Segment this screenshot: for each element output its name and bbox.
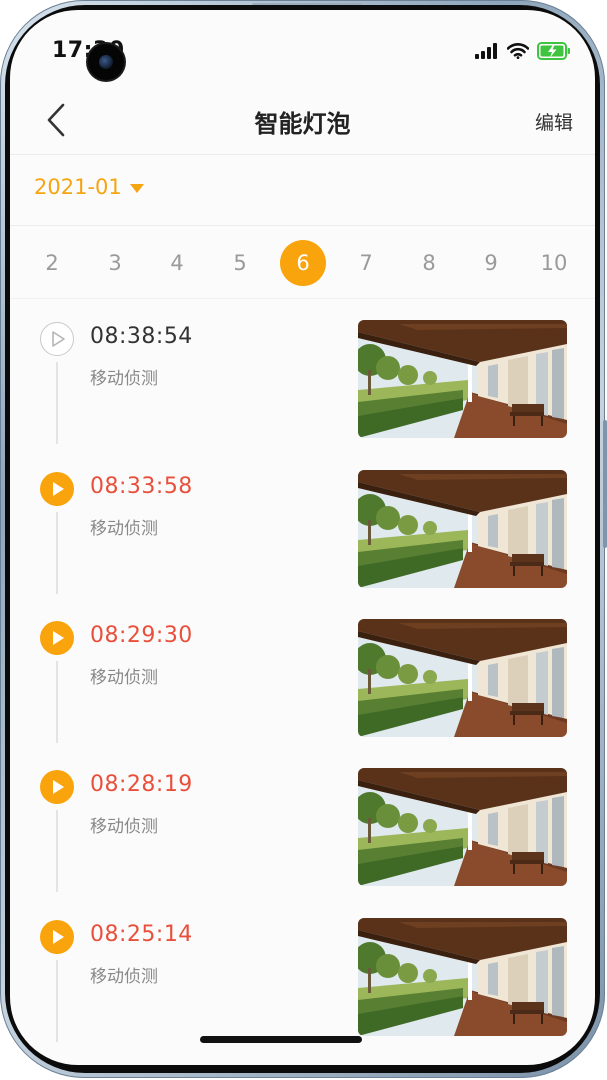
- app-screen: 17:30 智能灯泡 编辑 2021-01 2 3 4 5 6 7 8 9 10…: [10, 10, 595, 1065]
- event-type: 移动侦测: [90, 519, 158, 539]
- play-icon[interactable]: [40, 322, 74, 356]
- play-icon[interactable]: [40, 920, 74, 954]
- event-thumbnail[interactable]: [358, 619, 567, 737]
- event-row[interactable]: 08:33:58 移动侦测: [10, 462, 595, 612]
- play-icon[interactable]: [40, 472, 74, 506]
- edit-button[interactable]: 编辑: [535, 108, 573, 135]
- event-thumbnail[interactable]: [358, 470, 567, 588]
- status-icons: [475, 40, 571, 62]
- status-bar: 17:30: [10, 10, 595, 80]
- battery-charging-icon: [537, 42, 570, 60]
- caret-down-icon: [129, 183, 144, 193]
- front-camera: [88, 44, 124, 80]
- wifi-icon: [507, 43, 529, 59]
- timeline-line: [56, 512, 58, 594]
- home-indicator[interactable]: [200, 1036, 362, 1043]
- day-strip: 2 3 4 5 6 7 8 9 10: [10, 226, 595, 299]
- month-selector-bar: 2021-01: [10, 155, 595, 226]
- event-type: 移动侦测: [90, 668, 158, 688]
- event-time: 08:25:14: [90, 922, 193, 947]
- day-item[interactable]: 2: [29, 240, 75, 286]
- timeline-line: [56, 960, 58, 1042]
- month-label: 2021-01: [34, 175, 122, 199]
- event-row[interactable]: 08:29:30 移动侦测: [10, 611, 595, 761]
- event-time: 08:33:58: [90, 474, 193, 499]
- event-time: 08:28:19: [90, 772, 193, 797]
- day-item[interactable]: 7: [343, 240, 389, 286]
- day-item[interactable]: 3: [92, 240, 138, 286]
- power-button: [603, 474, 607, 548]
- play-icon[interactable]: [40, 770, 74, 804]
- timeline-line: [56, 810, 58, 892]
- event-thumbnail[interactable]: [358, 918, 567, 1036]
- day-item[interactable]: 10: [531, 240, 577, 286]
- day-item-selected[interactable]: 6: [280, 240, 326, 286]
- day-item[interactable]: 9: [468, 240, 514, 286]
- event-time: 08:29:30: [90, 623, 193, 648]
- event-type: 移动侦测: [90, 817, 158, 837]
- timeline-line: [56, 661, 58, 743]
- timeline-line: [56, 362, 58, 444]
- event-type: 移动侦测: [90, 967, 158, 987]
- event-row[interactable]: 08:38:54 移动侦测: [10, 312, 595, 462]
- event-time: 08:38:54: [90, 324, 193, 349]
- event-row[interactable]: 08:25:14 移动侦测: [10, 910, 595, 1042]
- day-item[interactable]: 4: [154, 240, 200, 286]
- event-thumbnail[interactable]: [358, 768, 567, 886]
- event-thumbnail[interactable]: [358, 320, 567, 438]
- nav-bar: 智能灯泡 编辑: [10, 88, 595, 155]
- signal-icon: [475, 43, 497, 59]
- page-title: 智能灯泡: [254, 110, 351, 138]
- event-row[interactable]: 08:28:19 移动侦测: [10, 760, 595, 910]
- event-type: 移动侦测: [90, 369, 158, 389]
- event-list: 08:38:54 移动侦测 08:33:58 移动侦测 08:29:30 移动侦…: [10, 302, 595, 1042]
- day-item[interactable]: 8: [406, 240, 452, 286]
- day-item[interactable]: 5: [217, 240, 263, 286]
- play-icon[interactable]: [40, 621, 74, 655]
- phone-device: 17:30 智能灯泡 编辑 2021-01 2 3 4 5 6 7 8 9 10…: [0, 0, 607, 1080]
- month-dropdown[interactable]: 2021-01: [34, 175, 144, 199]
